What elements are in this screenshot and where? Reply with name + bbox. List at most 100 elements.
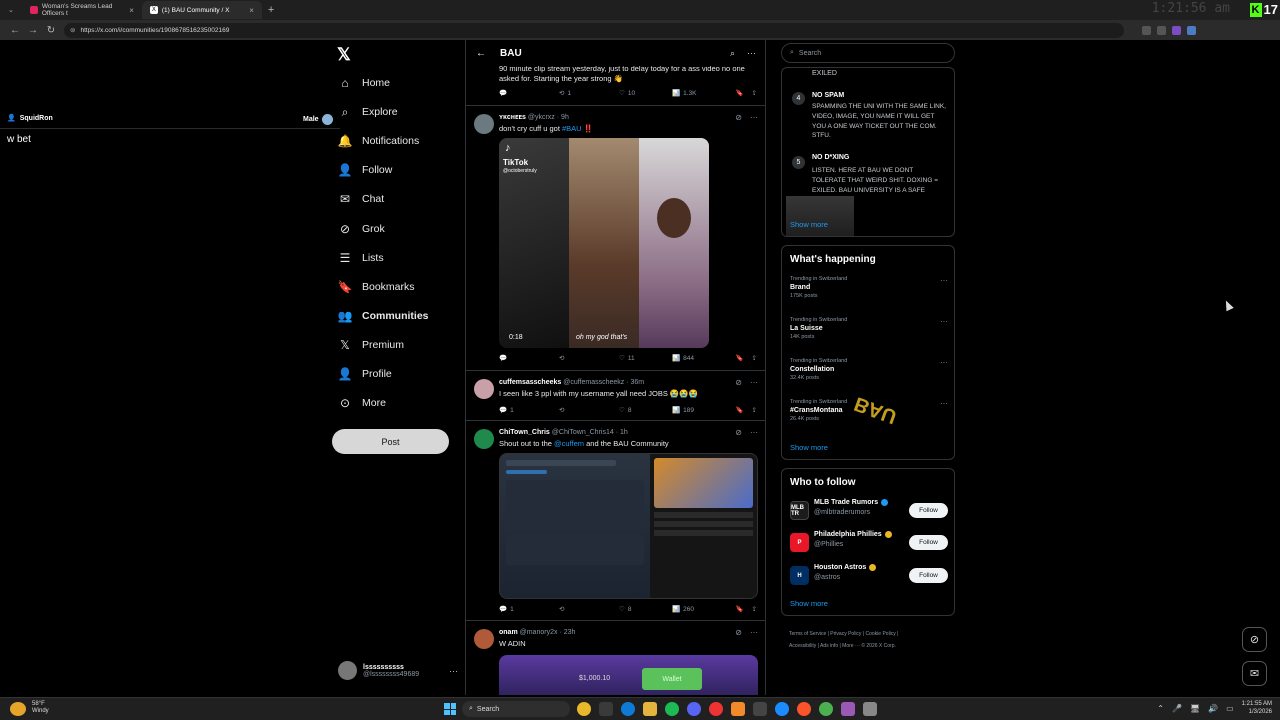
bookmark-icon[interactable]: 🔖 xyxy=(735,605,743,613)
post-time[interactable]: 9h xyxy=(561,114,569,121)
back-icon[interactable]: ← xyxy=(10,25,20,36)
follow-button[interactable]: Follow xyxy=(909,503,948,518)
post[interactable]: ʏᴋᴄʜᴇᴇs @ykcrxz · 9h ⊘ ··· don't cry cuff… xyxy=(466,106,765,371)
task-view-icon[interactable] xyxy=(599,702,613,716)
app-icon[interactable] xyxy=(819,702,833,716)
more-icon[interactable]: ··· xyxy=(449,666,458,676)
post-video[interactable]: ♪ TikTok @octoberstruly 0:18 oh my god t… xyxy=(499,138,709,348)
grok-icon[interactable]: ⊘ xyxy=(735,428,742,437)
obs-icon[interactable] xyxy=(709,702,723,716)
avatar[interactable] xyxy=(474,379,494,399)
post-button[interactable]: Post xyxy=(332,429,449,454)
nav-item-profile[interactable]: 👤 Profile xyxy=(338,367,392,381)
chrome-icon[interactable] xyxy=(577,702,591,716)
app-icon[interactable] xyxy=(863,702,877,716)
more-icon[interactable]: ··· xyxy=(940,276,948,285)
author-name[interactable]: ʏᴋᴄʜᴇᴇs xyxy=(499,114,526,121)
close-tab-icon[interactable]: × xyxy=(129,6,134,15)
author-handle[interactable]: @cuffemasscheekz xyxy=(563,379,624,386)
views-count[interactable]: 📊 260 xyxy=(672,605,732,614)
post[interactable]: ChiTown_Chris @ChiTown_Chris14 · 1h ⊘ ···… xyxy=(466,421,765,621)
avatar[interactable] xyxy=(474,114,494,134)
reply-button[interactable]: 💬 1 xyxy=(499,406,559,415)
views-count[interactable]: 📊 189 xyxy=(672,406,732,415)
more-icon[interactable]: ··· xyxy=(940,358,948,367)
nav-item-communities[interactable]: 👥 Communities xyxy=(338,309,429,323)
battery-icon[interactable]: ▭ xyxy=(1226,704,1234,713)
nav-item-chat[interactable]: ✉ Chat xyxy=(338,192,384,206)
views-count[interactable]: 📊 844 xyxy=(672,354,732,363)
browser-tab-news[interactable]: Woman's Screams Lead Officers t × xyxy=(22,1,142,19)
more-icon[interactable]: ··· xyxy=(940,399,948,408)
url-field[interactable]: ⊜ https://x.com/i/communities/1908678516… xyxy=(64,22,1124,38)
trend-item[interactable]: Trending in Switzerland Constellation 32… xyxy=(790,358,948,381)
footer-line[interactable]: Terms of Service | Privacy Policy | Cook… xyxy=(789,628,949,640)
network-icon[interactable]: 🖥 xyxy=(1190,704,1200,713)
post-image[interactable] xyxy=(499,453,758,599)
show-more-link[interactable]: Show more xyxy=(790,443,828,452)
author-handle[interactable]: @manory2x xyxy=(520,629,558,636)
extension-icon[interactable] xyxy=(1172,25,1181,35)
show-more-link[interactable]: Show more xyxy=(790,220,828,229)
tray-overflow-icon[interactable]: ⌃ xyxy=(1157,704,1164,713)
search-input[interactable]: ⌕ Search xyxy=(781,43,955,63)
post-time[interactable]: 23h xyxy=(564,629,576,636)
share-icon[interactable]: ⇪ xyxy=(752,406,757,414)
taskbar-clock[interactable]: 1:21:55 AM 1/3/2026 xyxy=(1242,701,1272,717)
trend-item[interactable]: Trending in Switzerland Brand 175K posts… xyxy=(790,276,948,299)
grok-icon[interactable]: ⊘ xyxy=(735,628,742,637)
post-time[interactable]: 36m xyxy=(631,379,645,386)
close-tab-icon[interactable]: × xyxy=(249,6,254,15)
follow-suggestion[interactable]: MLB TR MLB Trade Rumors @mlbtraderumors … xyxy=(790,499,948,523)
like-button[interactable]: ♡ 8 xyxy=(619,406,672,415)
bookmark-icon[interactable]: 🔖 xyxy=(735,89,743,97)
more-icon[interactable]: ··· xyxy=(747,48,756,59)
repost-button[interactable]: ⟲ 1 xyxy=(559,89,619,98)
edge-icon[interactable] xyxy=(621,702,635,716)
like-button[interactable]: ♡ 11 xyxy=(619,354,672,363)
nav-item-follow[interactable]: 👤 Follow xyxy=(338,163,393,177)
reload-icon[interactable]: ↻ xyxy=(46,25,56,36)
repost-button[interactable]: ⟲ xyxy=(559,605,619,613)
nav-item-bookmarks[interactable]: 🔖 Bookmarks xyxy=(338,280,415,294)
author-name[interactable]: ChiTown_Chris xyxy=(499,429,550,436)
app-icon[interactable] xyxy=(841,702,855,716)
site-info-icon[interactable]: ⊜ xyxy=(70,26,75,34)
follow-suggestion[interactable]: H Houston Astros @astros Follow xyxy=(790,564,948,588)
author-name[interactable]: onam xyxy=(499,629,518,636)
mention-link[interactable]: @cuffem xyxy=(554,439,584,448)
microphone-icon[interactable]: 🎤 xyxy=(1172,704,1182,713)
more-icon[interactable]: ··· xyxy=(750,628,758,637)
author-handle[interactable]: @ChiTown_Chris14 xyxy=(552,429,614,436)
new-tab-icon[interactable]: + xyxy=(262,4,280,16)
account-switcher[interactable]: lssssssssss @lssssssss49689 ··· xyxy=(338,661,458,680)
nav-item-notifications[interactable]: 🔔 Notifications xyxy=(338,134,420,148)
back-arrow-icon[interactable]: ← xyxy=(476,48,486,59)
author-name[interactable]: cuffemsasscheeks xyxy=(499,379,561,386)
reply-button[interactable]: 💬 xyxy=(499,89,559,97)
avatar[interactable] xyxy=(474,429,494,449)
nav-item-home[interactable]: ⌂ Home xyxy=(338,76,390,90)
author-handle[interactable]: @ykcrxz xyxy=(528,114,555,121)
like-button[interactable]: ♡ 10 xyxy=(619,89,672,98)
taskbar-search[interactable]: ⌕ Search xyxy=(462,701,570,717)
brave-icon[interactable] xyxy=(797,702,811,716)
repost-button[interactable]: ⟲ xyxy=(559,354,619,362)
bookmark-icon[interactable]: 🔖 xyxy=(735,354,743,362)
terminal-icon[interactable] xyxy=(753,702,767,716)
discord-icon[interactable] xyxy=(687,702,701,716)
follow-button[interactable]: Follow xyxy=(909,535,948,550)
reply-button[interactable]: 💬 xyxy=(499,354,559,362)
tab-list-chevron-icon[interactable]: ⌄ xyxy=(0,6,22,14)
nav-item-explore[interactable]: ⌕ Explore xyxy=(338,105,398,119)
hashtag-link[interactable]: #BAU xyxy=(562,124,582,133)
follow-button[interactable]: Follow xyxy=(909,568,948,583)
like-button[interactable]: ♡ 8 xyxy=(619,605,672,614)
nav-item-premium[interactable]: 𝕏 Premium xyxy=(338,338,404,352)
file-explorer-icon[interactable] xyxy=(643,702,657,716)
reply-button[interactable]: 💬 1 xyxy=(499,605,559,614)
x-logo-icon[interactable]: 𝕏 xyxy=(337,45,351,65)
trend-item[interactable]: Trending in Switzerland La Suisse 14K po… xyxy=(790,317,948,340)
extension-icon[interactable] xyxy=(1142,25,1151,35)
search-icon[interactable]: ⌕ xyxy=(730,48,735,59)
